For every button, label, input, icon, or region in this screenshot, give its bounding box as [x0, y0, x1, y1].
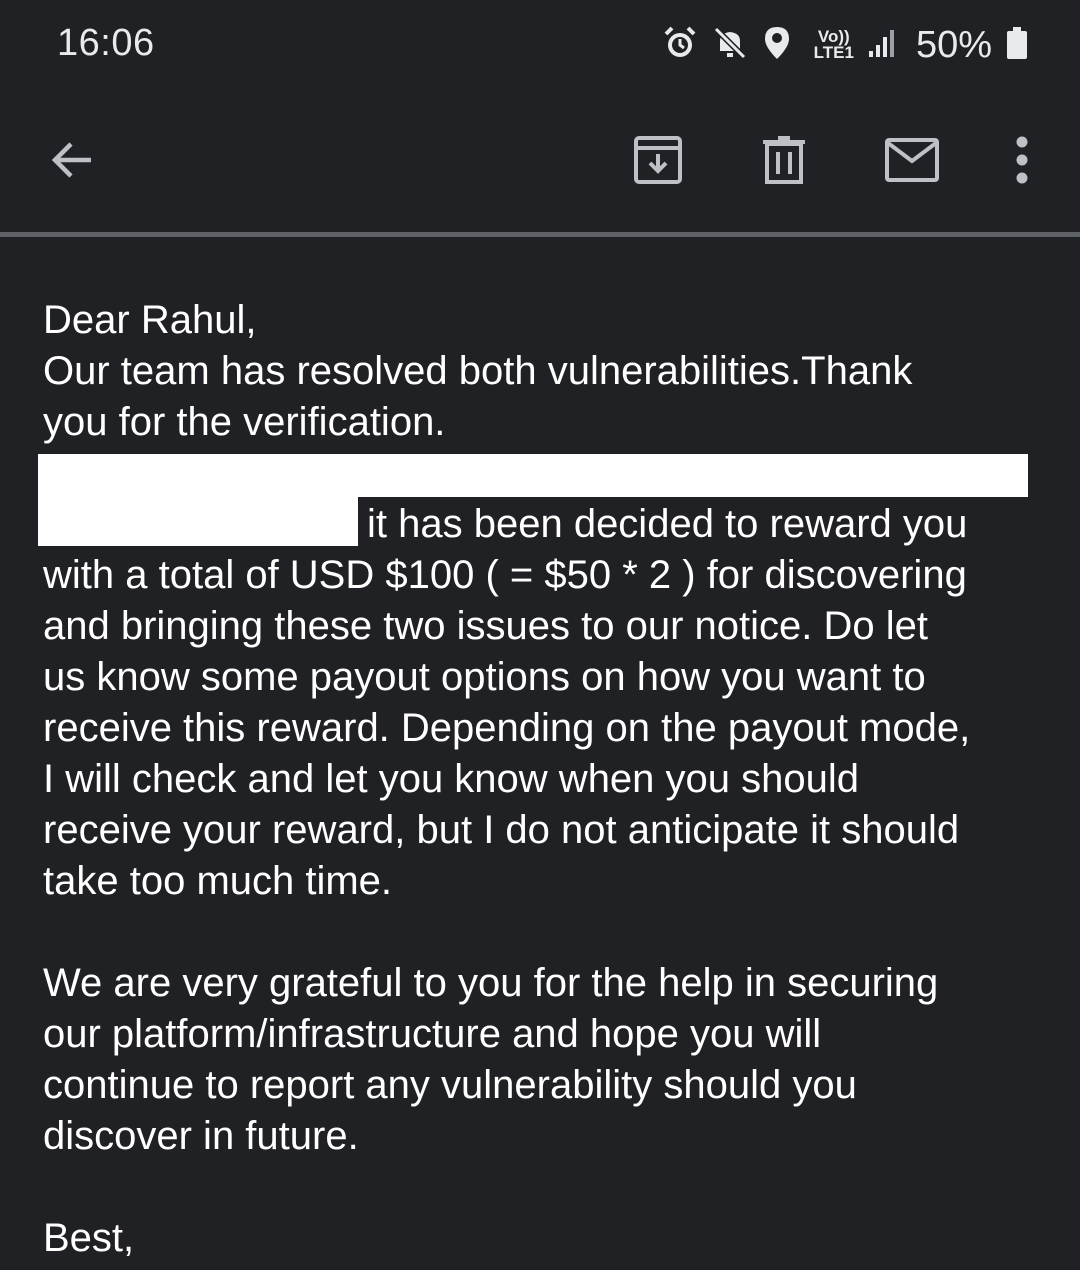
- mark-unread-button[interactable]: [880, 130, 944, 194]
- status-bar: 16:06 Vo)) LTE1 50%: [0, 0, 1080, 90]
- delete-icon: [761, 134, 807, 191]
- archive-icon: [632, 134, 684, 191]
- body-line: receive your reward, but I do not antici…: [43, 808, 960, 852]
- body-line: you for the verification.: [43, 400, 446, 444]
- body-line: us know some payout options on how you w…: [43, 655, 926, 699]
- email-toolbar: [0, 90, 1080, 232]
- body-line: continue to report any vulnerability sho…: [43, 1063, 857, 1107]
- alarm-icon: [662, 25, 698, 66]
- more-options-icon: [1014, 136, 1030, 189]
- mark-unread-icon: [884, 137, 940, 188]
- battery-percent: 50%: [915, 23, 992, 66]
- delete-button[interactable]: [752, 130, 816, 194]
- status-icons: Vo)) LTE1 50%: [662, 22, 1028, 68]
- body-line: take too much time.: [43, 859, 393, 903]
- email-body: Dear Rahul, Our team has resolved both v…: [0, 237, 1080, 1270]
- body-line: Our team has resolved both vulnerabiliti…: [43, 349, 913, 393]
- body-line: with a total of USD $100 ( = $50 * 2 ) f…: [43, 553, 967, 597]
- lte-label: LTE1: [813, 43, 854, 62]
- body-line: and bringing these two issues to our not…: [43, 604, 928, 648]
- back-arrow-icon: [47, 135, 97, 190]
- volte-icon: Vo)) LTE1: [813, 28, 854, 62]
- body-line: our platform/infrastructure and hope you…: [43, 1012, 822, 1056]
- status-time: 16:06: [57, 22, 155, 64]
- signoff: Best,: [43, 1216, 135, 1260]
- more-options-button[interactable]: [990, 130, 1054, 194]
- body-line: it has been decided to reward you: [367, 502, 968, 546]
- battery-icon: [1006, 25, 1028, 66]
- body-line: discover in future.: [43, 1114, 359, 1158]
- body-line: I will check and let you know when you s…: [43, 757, 860, 801]
- signal-icon: [868, 27, 896, 64]
- archive-button[interactable]: [626, 130, 690, 194]
- redacted-line: [43, 448, 1053, 499]
- greeting: Dear Rahul,: [43, 298, 257, 342]
- back-button[interactable]: [40, 130, 104, 194]
- body-line: receive this reward. Depending on the pa…: [43, 706, 971, 750]
- body-line: We are very grateful to you for the help…: [43, 961, 939, 1005]
- email-message: Dear Rahul, Our team has resolved both v…: [43, 295, 1053, 1264]
- location-icon: [762, 25, 792, 66]
- mute-icon: [712, 25, 748, 66]
